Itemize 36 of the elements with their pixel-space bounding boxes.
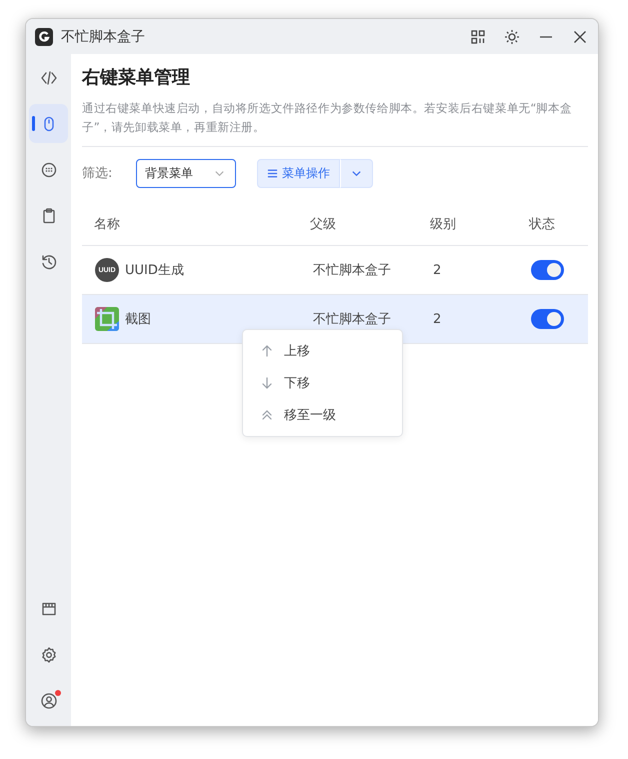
user-icon: [40, 692, 58, 710]
menu-item[interactable]: 移至一级: [243, 399, 402, 431]
grid-icon[interactable]: [470, 28, 486, 44]
table-row[interactable]: 截图 不忙脚本盒子 2: [82, 295, 588, 344]
arrow-up-icon: [260, 344, 274, 358]
page-description: 通过右键菜单快速启动，自动将所选文件路径作为参数传给脚本。若安装后右键菜单无“脚本盒子”，请先卸载菜单，再重新注册。: [82, 100, 573, 136]
sun-icon[interactable]: [504, 28, 520, 44]
row-name: 截图: [125, 311, 151, 328]
parent-cell-text: 不忙脚本盒子: [312, 311, 392, 328]
app-logo-icon: [35, 28, 53, 46]
menu-item[interactable]: 下移: [243, 367, 402, 399]
crop-icon: [95, 307, 119, 331]
level-cell-text: 2: [432, 312, 442, 326]
status-toggle[interactable]: [531, 260, 564, 280]
column-header: 父级: [310, 216, 337, 233]
double-chevron-up-icon: [260, 408, 274, 422]
arrow-down-icon: [260, 376, 274, 390]
settings-icon: [40, 646, 58, 664]
status-toggle[interactable]: [531, 309, 564, 329]
parent-cell-text: 不忙脚本盒子: [312, 262, 392, 279]
keypad-icon: [40, 160, 58, 178]
code-icon: [40, 68, 58, 86]
column-header: 名称: [93, 216, 121, 233]
filter-label: 筛选:: [82, 165, 114, 182]
column-header: 级别: [430, 216, 457, 233]
history-icon: [40, 252, 58, 270]
column-header: 状态: [529, 216, 556, 233]
level-cell-text: 2: [432, 262, 442, 278]
filter-dropdown[interactable]: 背景菜单: [136, 158, 236, 188]
menu-icon: [267, 168, 278, 178]
page-title: 右键菜单管理: [82, 66, 191, 90]
menu-actions-button[interactable]: 菜单操作: [257, 158, 340, 188]
row-name: UUID生成: [125, 262, 184, 279]
window-title: 不忙脚本盒子: [61, 28, 145, 46]
close-icon[interactable]: [572, 28, 588, 44]
sidebar-item[interactable]: [29, 104, 68, 143]
